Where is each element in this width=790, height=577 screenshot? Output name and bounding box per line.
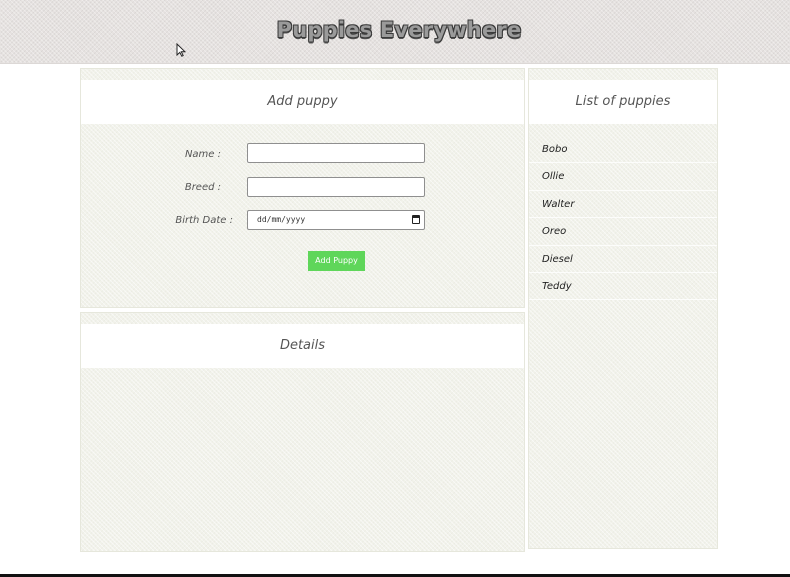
- birth-date-input[interactable]: dd/mm/yyyy: [247, 210, 425, 230]
- breed-label: Breed :: [184, 182, 221, 193]
- breed-input[interactable]: [247, 177, 425, 197]
- name-label: Name :: [184, 149, 221, 160]
- arrow-cursor-icon: [176, 43, 186, 57]
- calendar-icon[interactable]: [412, 215, 420, 224]
- list-item[interactable]: Bobo: [529, 136, 717, 164]
- puppy-list-panel: List of puppies Bobo Ollie Walter Oreo D…: [528, 68, 718, 549]
- details-panel: Details: [80, 312, 525, 552]
- add-puppy-button[interactable]: Add Puppy: [308, 251, 365, 271]
- list-item[interactable]: Oreo: [529, 218, 717, 246]
- birth-date-label: Birth Date :: [175, 215, 233, 226]
- list-item[interactable]: Ollie: [529, 163, 717, 191]
- add-puppy-title: Add puppy: [81, 80, 524, 124]
- details-title: Details: [81, 324, 524, 368]
- site-title: Puppies Everywhere: [276, 18, 522, 42]
- list-item[interactable]: Walter: [529, 191, 717, 219]
- add-puppy-panel: Add puppy Name : Breed : Birth Date : dd…: [80, 68, 525, 308]
- puppy-list-title: List of puppies: [529, 80, 717, 124]
- list-item[interactable]: Teddy: [529, 273, 717, 301]
- list-item[interactable]: Diesel: [529, 246, 717, 273]
- birth-date-placeholder: dd/mm/yyyy: [257, 215, 306, 224]
- puppy-list: Bobo Ollie Walter Oreo Diesel Teddy: [529, 136, 717, 301]
- name-input[interactable]: [247, 143, 425, 163]
- site-header: Puppies Everywhere: [0, 0, 790, 64]
